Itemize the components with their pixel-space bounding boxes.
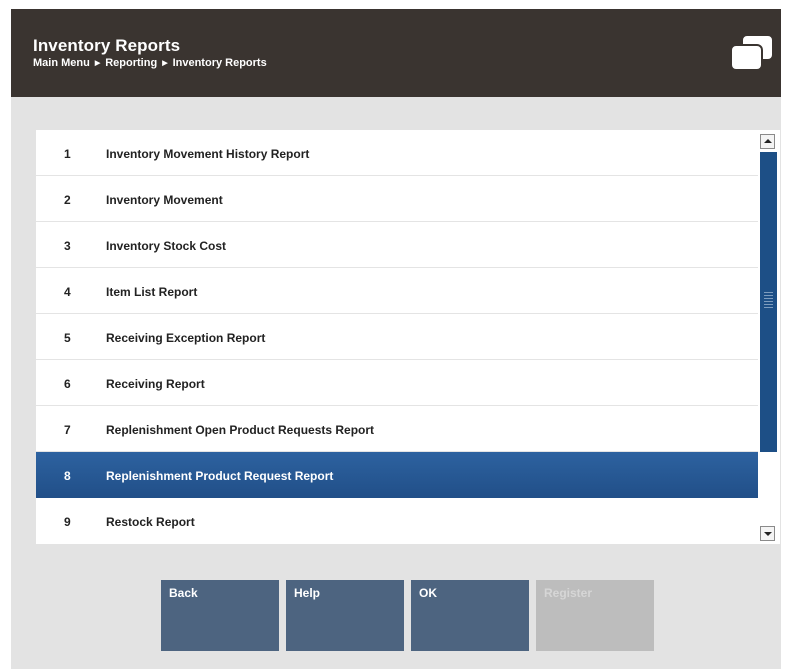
breadcrumb-separator-icon: ▶	[94, 60, 101, 67]
ok-button[interactable]: OK	[411, 580, 529, 651]
item-number: 4	[64, 285, 71, 299]
register-button: Register	[536, 580, 654, 651]
arrow-down-icon[interactable]	[760, 526, 775, 541]
item-label: Receiving Exception Report	[106, 331, 266, 345]
list-item[interactable]: 3 Inventory Stock Cost	[36, 222, 762, 268]
list-item[interactable]: 6 Receiving Report	[36, 360, 762, 406]
item-number: 8	[64, 469, 71, 483]
list-item[interactable]: 2 Inventory Movement	[36, 176, 762, 222]
breadcrumb-item-main-menu[interactable]: Main Menu	[33, 57, 90, 69]
item-label: Restock Report	[106, 515, 195, 529]
list-item[interactable]: 1 Inventory Movement History Report	[36, 130, 762, 176]
list-item-selected[interactable]: 8 Replenishment Product Request Report	[36, 452, 762, 498]
help-button[interactable]: Help	[286, 580, 404, 651]
item-label: Item List Report	[106, 285, 198, 299]
item-label: Inventory Movement	[106, 193, 223, 207]
item-label: Replenishment Product Request Report	[106, 469, 334, 483]
scrollbar-thumb[interactable]	[760, 152, 777, 452]
breadcrumb-item-inventory-reports: Inventory Reports	[172, 57, 267, 69]
list-item[interactable]: 7 Replenishment Open Product Requests Re…	[36, 406, 762, 452]
item-number: 2	[64, 193, 71, 207]
report-list: 1 Inventory Movement History Report 2 In…	[36, 130, 762, 544]
grip-icon	[764, 292, 773, 308]
list-item[interactable]: 9 Restock Report	[36, 498, 762, 544]
item-label: Replenishment Open Product Requests Repo…	[106, 423, 375, 437]
breadcrumb: Main Menu ▶ Reporting ▶ Inventory Report…	[33, 57, 267, 69]
item-number: 6	[64, 377, 71, 391]
arrow-up-icon[interactable]	[760, 134, 775, 149]
item-number: 7	[64, 423, 71, 437]
breadcrumb-item-reporting[interactable]: Reporting	[105, 57, 157, 69]
windows-stack-icon[interactable]	[728, 32, 776, 72]
list-item[interactable]: 5 Receiving Exception Report	[36, 314, 762, 360]
item-label: Receiving Report	[106, 377, 205, 391]
item-label: Inventory Movement History Report	[106, 147, 310, 161]
page-title: Inventory Reports	[33, 36, 181, 55]
breadcrumb-separator-icon: ▶	[162, 60, 168, 67]
list-item[interactable]: 4 Item List Report	[36, 268, 762, 314]
header-bar: Inventory Reports Main Menu ▶ Reporting …	[11, 9, 781, 97]
back-button[interactable]: Back	[161, 580, 279, 651]
app-window: Inventory Reports Main Menu ▶ Reporting …	[11, 9, 781, 669]
item-number: 1	[64, 147, 71, 161]
item-number: 3	[64, 239, 71, 253]
item-number: 9	[64, 515, 71, 529]
item-number: 5	[64, 331, 71, 345]
item-label: Inventory Stock Cost	[106, 239, 227, 253]
scrollbar[interactable]	[758, 130, 780, 544]
